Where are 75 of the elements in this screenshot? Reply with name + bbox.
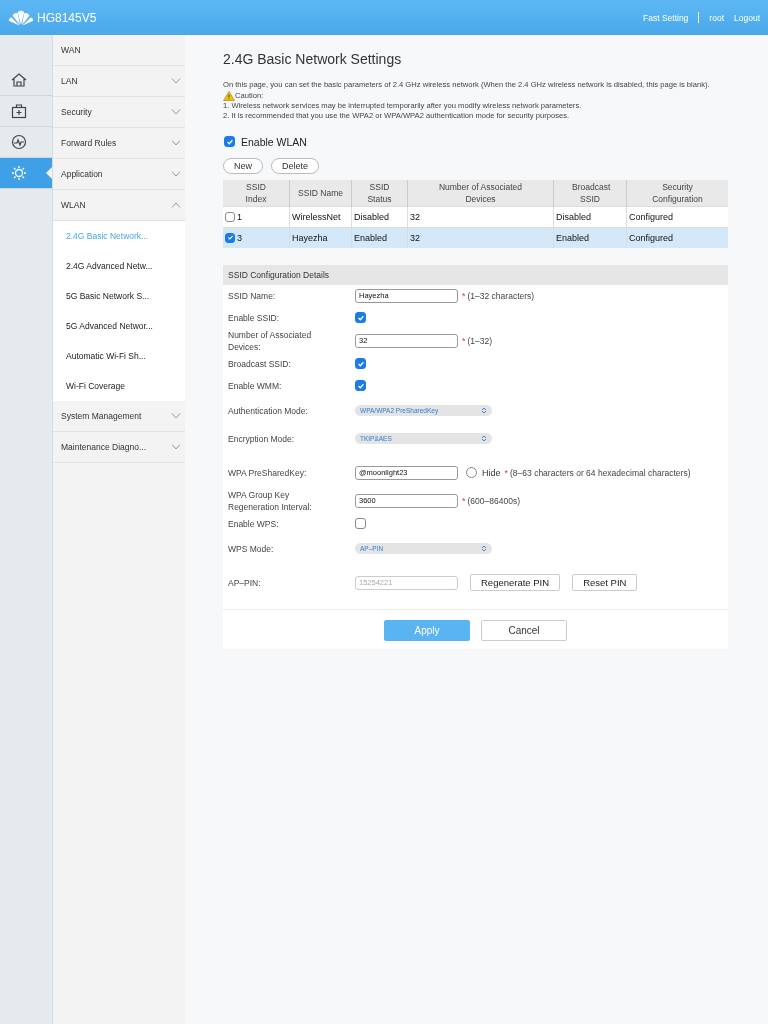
table-cell: Enabled: [556, 232, 590, 243]
section-heading: SSID Configuration Details: [223, 264, 728, 285]
column-header: Security Configuration: [626, 179, 728, 206]
warning-icon: [223, 90, 235, 101]
checkbox[interactable]: [355, 380, 366, 391]
field-hint: (600–86400s): [467, 495, 520, 506]
form-button[interactable]: Cancel: [481, 619, 567, 641]
required-mark: *: [462, 335, 466, 346]
logo-text: HG8145V5: [37, 10, 97, 25]
table-cell: Hayezha: [292, 232, 328, 243]
stepper-icon: [481, 407, 487, 414]
column-header: SSID Index: [223, 179, 290, 206]
table-cell: Configured: [629, 211, 674, 222]
pulse-icon: [11, 134, 27, 150]
table-cell: Enabled: [354, 232, 388, 243]
required-mark: *: [462, 495, 466, 506]
field-label: Authentication Mode:: [228, 404, 309, 417]
table-cell: 32: [410, 232, 420, 243]
field-hint: (1–32 characters): [467, 290, 535, 301]
required-mark: *: [462, 290, 466, 301]
field-hint: (8–63 characters or 64 hexadecimal characters): [510, 466, 692, 479]
nav-subitem[interactable]: 2.4G Advanced Netw...: [53, 251, 185, 281]
field-label: Enable WMM:: [228, 379, 283, 392]
nav-item[interactable]: System Management: [53, 401, 185, 432]
table-cell: WirelessNet: [292, 211, 341, 222]
stepper-icon: [481, 545, 487, 552]
hide-checkbox[interactable]: [466, 467, 477, 478]
column-header: Broadcast SSID: [553, 179, 627, 206]
field-hint: (1–32): [467, 335, 493, 346]
table-action-button[interactable]: New: [223, 157, 263, 174]
nav-item[interactable]: Application: [53, 159, 185, 190]
required-mark: *: [504, 467, 509, 478]
nav-subitem[interactable]: Wi-Fi Coverage: [53, 371, 185, 401]
field-label: Enable SSID:: [228, 311, 281, 324]
table-cell: 3: [237, 232, 242, 243]
page-title: 2.4G Basic Network Settings: [223, 51, 403, 67]
nav-item[interactable]: LAN: [53, 66, 185, 97]
table-cell: Configured: [629, 232, 674, 243]
nav-item[interactable]: Forward Rules: [53, 128, 185, 159]
field-label: SSID Name:: [228, 289, 277, 302]
field-label: WPS Mode:: [228, 542, 275, 555]
column-header: SSID Status: [351, 179, 408, 206]
table-cell: 32: [410, 211, 420, 222]
row-checkbox[interactable]: [225, 211, 235, 222]
field-label: Enable WPS:: [228, 517, 280, 530]
field-label: WPA PreSharedKey:: [228, 466, 308, 479]
table-action-button[interactable]: Delete: [271, 157, 320, 174]
nav-subitem[interactable]: 5G Basic Network S...: [53, 281, 185, 311]
field-label: WPA Group Key Regeneration Interval:: [228, 488, 313, 513]
table-cell: Disabled: [354, 211, 390, 222]
column-header: SSID Name: [289, 179, 352, 206]
field-label: AP–PIN:: [228, 576, 262, 589]
row-checkbox[interactable]: [225, 232, 235, 243]
enable-wlan-checkbox[interactable]: [224, 136, 235, 147]
settings-icon: [11, 165, 27, 181]
checkbox[interactable]: [355, 312, 366, 323]
enable-wlan-label: Enable WLAN: [241, 135, 307, 148]
checkbox[interactable]: [355, 518, 366, 529]
checkbox[interactable]: [355, 358, 366, 369]
stepper-icon: [481, 435, 487, 442]
table-cell: 1: [237, 211, 242, 222]
medical-kit-icon: [11, 103, 27, 119]
nav-subitem[interactable]: 5G Advanced Networ...: [53, 311, 185, 341]
logo-icon: [8, 9, 34, 26]
nav-item[interactable]: Security: [53, 97, 185, 128]
column-header: Number of Associated Devices: [407, 179, 554, 206]
hide-label: Hide: [482, 467, 501, 478]
nav-item[interactable]: WAN: [53, 35, 185, 66]
nav-subitem[interactable]: Automatic Wi-Fi Sh...: [53, 341, 185, 371]
nav-item[interactable]: Maintenance Diagno...: [53, 432, 185, 463]
field-label: Number of Associated Devices:: [228, 328, 313, 353]
table-cell: Disabled: [556, 211, 592, 222]
field-label: Encryption Mode:: [228, 432, 296, 445]
home-icon: [11, 72, 27, 88]
field-label: Broadcast SSID:: [228, 357, 292, 370]
